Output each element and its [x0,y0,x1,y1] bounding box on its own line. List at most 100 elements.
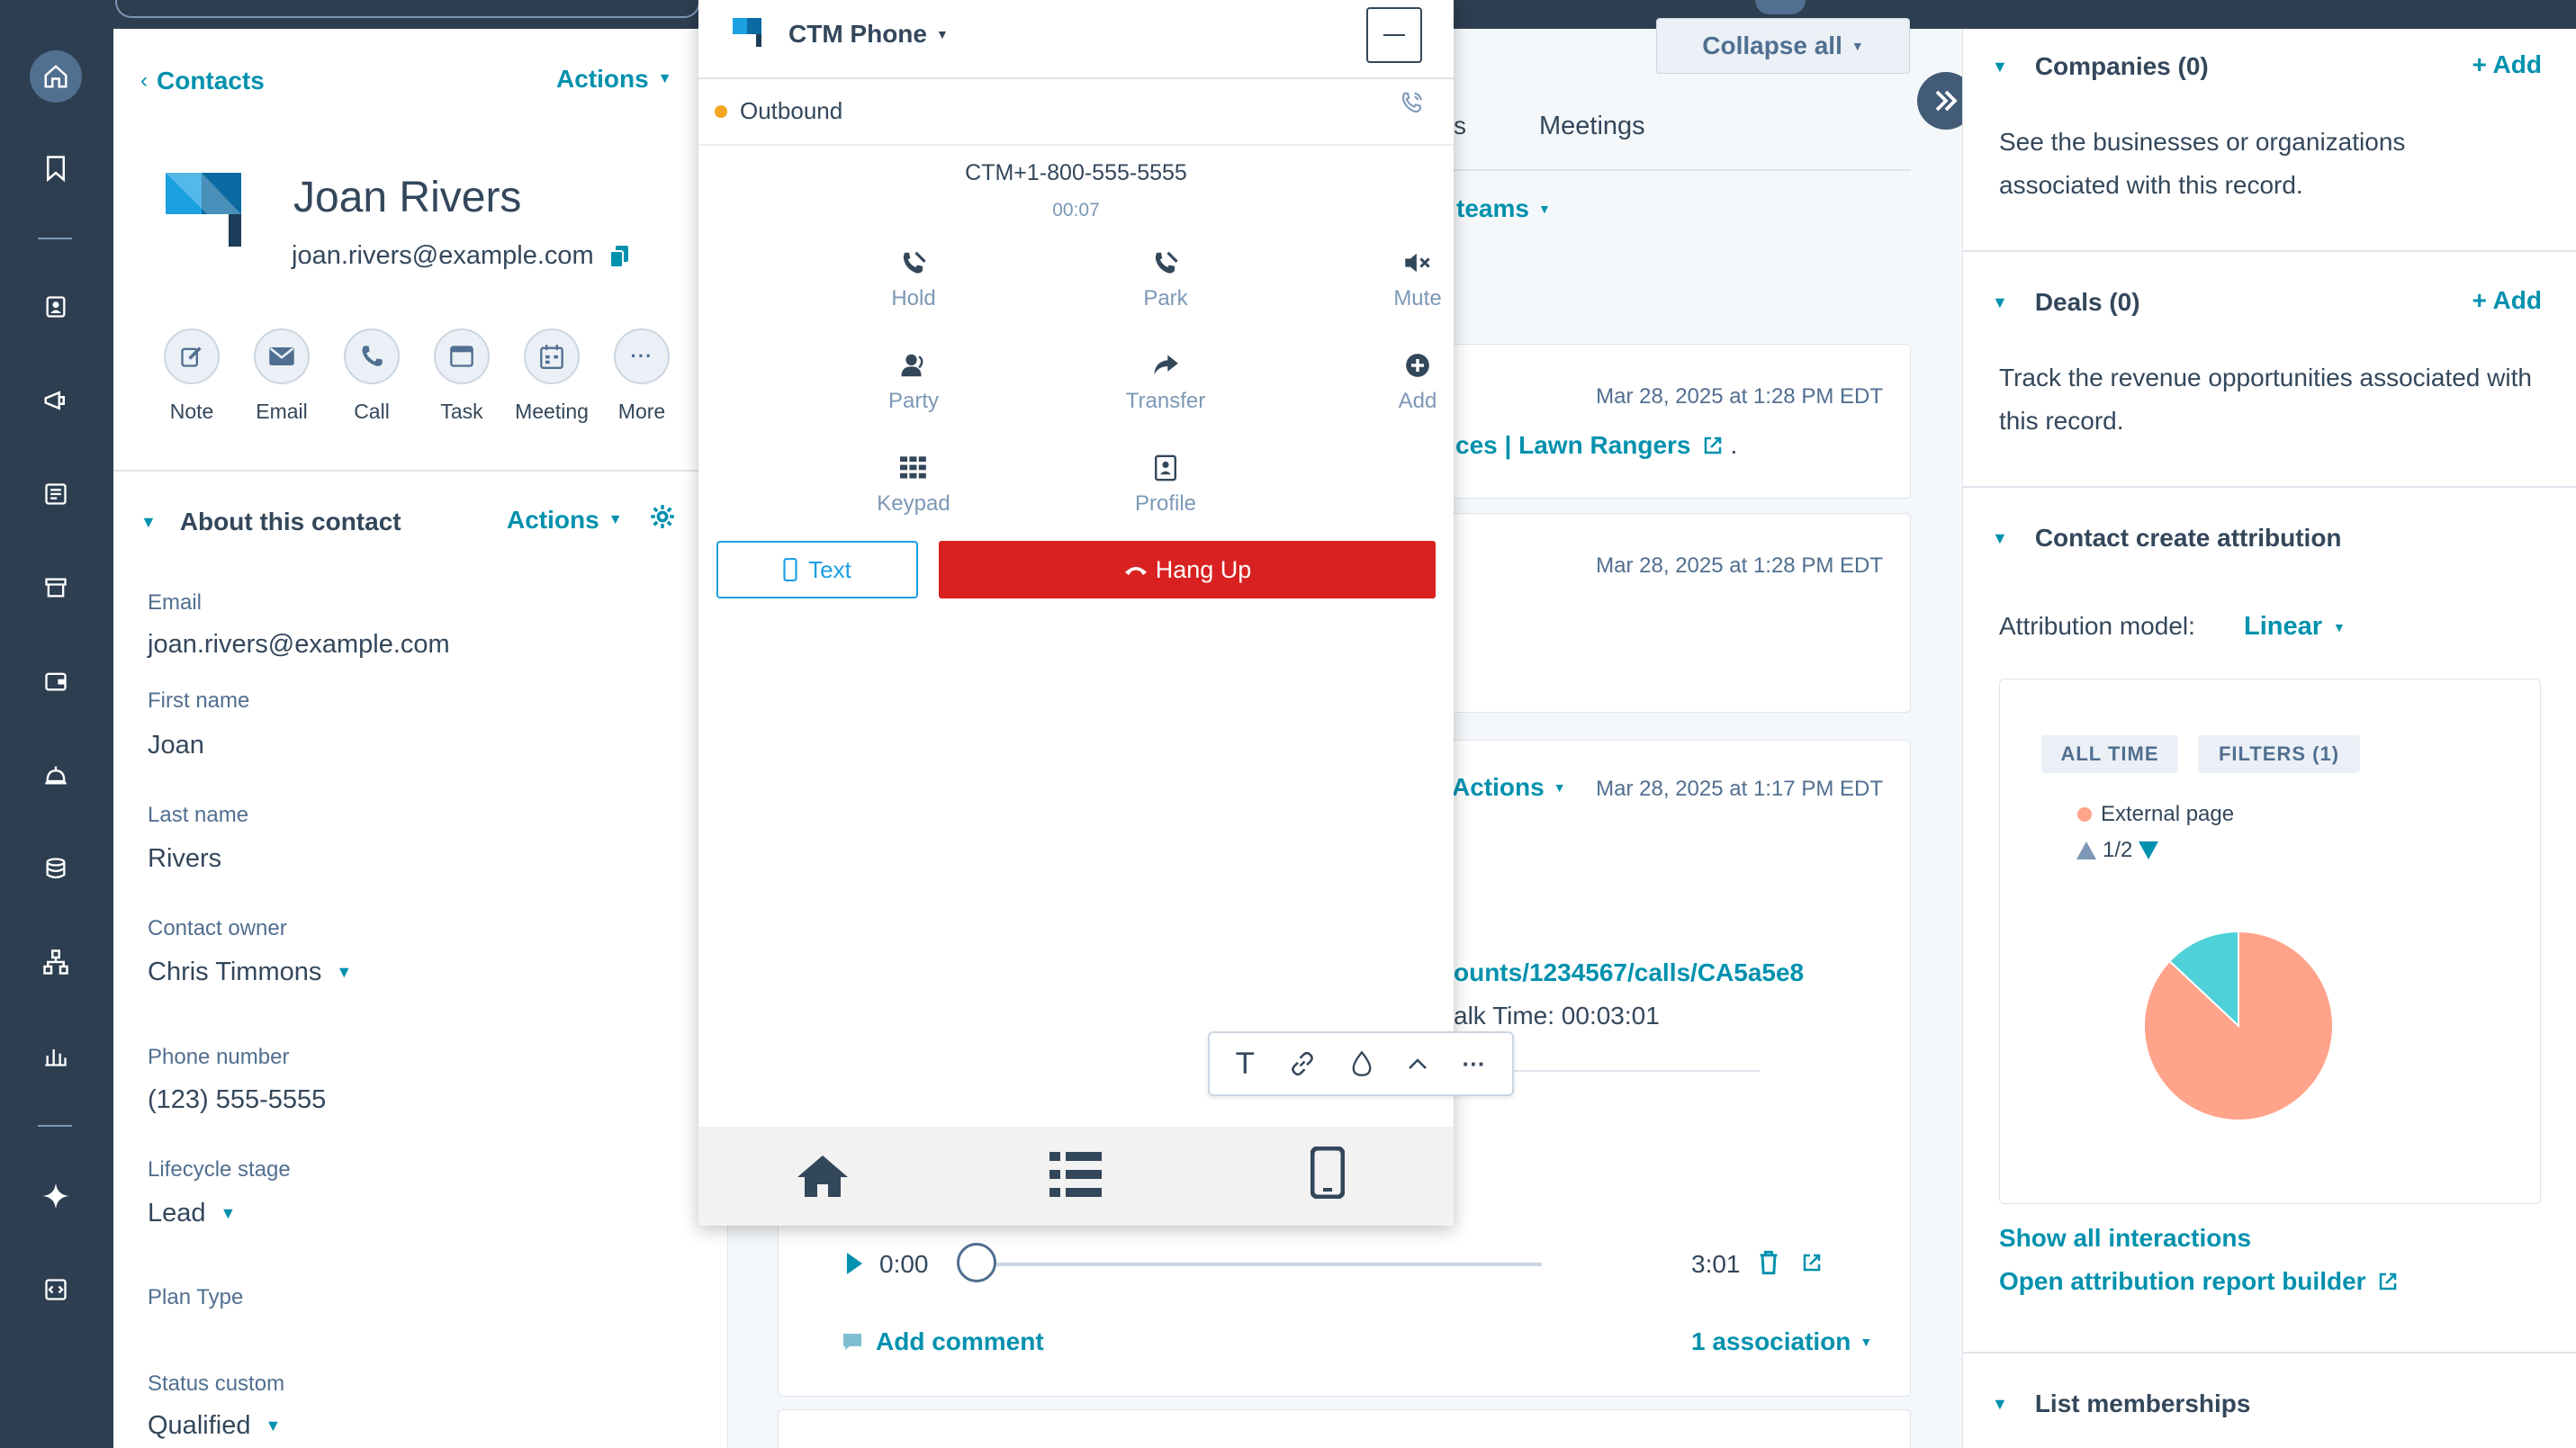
attribution-section-toggle[interactable]: ▼ Contact create attribution [1992,524,2342,553]
tab-meetings[interactable]: Meetings [1539,112,1645,141]
filters-pill[interactable]: FILTERS (1) [2198,735,2360,773]
call-recording-url[interactable]: ounts/1234567/calls/CA5a5e8 [1454,958,1804,987]
more-button[interactable]: ··· [614,328,670,384]
field-label-contact-owner: Contact owner [148,916,287,940]
attribution-model-select[interactable]: Linear ▼ [2244,612,2346,642]
caret-down-icon: ▼ [1537,202,1551,216]
field-value-email[interactable]: joan.rivers@example.com [148,630,450,660]
note-button[interactable] [164,328,220,384]
more-options-icon[interactable]: ··· [1463,1050,1486,1078]
audio-scrubber-handle[interactable] [957,1243,996,1282]
keypad-button[interactable]: Keypad [824,450,1004,517]
automation-icon[interactable] [30,936,82,988]
teams-filter[interactable]: teams ▼ [1456,194,1551,223]
add-comment-button[interactable]: Add comment [842,1327,1044,1356]
timeline-card-next [778,1409,1911,1448]
data-icon[interactable] [30,842,82,895]
email-icon [269,347,294,365]
caret-down-icon: ▼ [1553,780,1566,795]
global-search-input[interactable] [115,0,700,18]
add-call-button[interactable]: Add [1328,347,1508,414]
tab-partial[interactable]: s [1454,112,1466,140]
deals-add-button[interactable]: + Add [2472,286,2542,315]
wallet-icon[interactable] [30,655,82,707]
contacts-icon[interactable] [30,281,82,333]
transfer-button[interactable]: Transfer [1076,347,1256,414]
commerce-icon[interactable] [30,562,82,614]
service-icon[interactable] [30,749,82,801]
back-to-contacts-link[interactable]: ‹ Contacts [140,67,265,95]
association-dropdown[interactable]: 1 association ▼ [1691,1327,1872,1356]
task-button[interactable] [434,328,490,384]
play-icon[interactable] [845,1252,863,1275]
card1-link[interactable]: ces | Lawn Rangers . [1455,431,1737,460]
home-icon[interactable] [30,50,82,103]
call-button[interactable] [344,328,400,384]
external-link-icon [1704,436,1721,454]
text-style-icon[interactable]: T [1236,1047,1254,1081]
party-button[interactable]: Party [824,347,1004,414]
deals-section-toggle[interactable]: ▼ Deals (0) [1992,288,2140,317]
ctm-logo-icon [733,16,763,47]
text-format-toolbar: T ··· [1208,1031,1514,1096]
card3-actions-dropdown[interactable]: Actions ▼ [1452,773,1566,802]
chevron-up-icon[interactable] [1408,1057,1428,1070]
dialer-mobile-icon[interactable] [1311,1147,1345,1199]
contact-name[interactable]: Joan Rivers [293,173,521,222]
dialer-footer-nav [698,1127,1454,1226]
caret-down-icon: ▼ [220,1204,237,1222]
meeting-button[interactable] [524,328,580,384]
right-sidebar: ▼ Companies (0) + Add See the businesses… [1962,29,2576,1448]
text-button[interactable]: Text [716,541,918,598]
status-custom-select[interactable]: Qualified ▼ [148,1411,281,1441]
dialer-home-icon[interactable] [796,1152,850,1199]
content-icon[interactable] [30,468,82,520]
profile-avatar[interactable] [1755,0,1806,14]
phone-ringing-icon [1399,90,1426,117]
external-link-icon[interactable] [1801,1252,1823,1273]
audio-progress-track[interactable] [975,1263,1542,1266]
park-button[interactable]: Park [1076,245,1256,311]
developer-icon[interactable] [30,1264,82,1316]
list-memberships-toggle[interactable]: ▼ List memberships [1992,1390,2250,1418]
contact-owner-select[interactable]: Chris Timmons ▼ [148,958,352,987]
collapse-all-button[interactable]: Collapse all ▼ [1656,18,1910,74]
hang-up-button[interactable]: Hang Up [939,541,1436,598]
chevron-down-icon: ▼ [1992,292,2008,311]
companies-section-toggle[interactable]: ▼ Companies (0) [1992,52,2209,81]
header-actions-dropdown[interactable]: Actions ▼ [556,65,672,94]
all-time-filter-pill[interactable]: ALL TIME [2041,735,2178,773]
caret-down-icon: ▼ [657,71,672,86]
dialed-number: CTM+1-800-555-5555 [965,160,1187,185]
copy-icon[interactable] [609,245,628,267]
color-drop-icon[interactable] [1351,1050,1373,1077]
reporting-icon[interactable] [30,1030,82,1082]
ai-sparkle-icon[interactable] [30,1170,82,1222]
minimize-icon [1383,34,1405,36]
marketing-icon[interactable] [30,374,82,427]
companies-add-button[interactable]: + Add [2472,50,2542,79]
dialer-title-dropdown[interactable]: CTM Phone ▼ [788,20,949,49]
field-label-last-name: Last name [148,803,249,827]
show-all-interactions-link[interactable]: Show all interactions [1999,1224,2251,1253]
field-value-phone[interactable]: (123) 555-5555 [148,1085,326,1115]
attribution-model-label: Attribution model: [1999,612,2195,640]
settings-gear-icon[interactable] [650,504,675,529]
note-icon [181,346,202,367]
email-button[interactable] [254,328,310,384]
hold-button[interactable]: Hold [824,245,1004,311]
dialer-list-icon[interactable] [1049,1150,1102,1201]
lifecycle-stage-select[interactable]: Lead ▼ [148,1199,236,1228]
about-actions-dropdown[interactable]: Actions ▼ [507,506,623,535]
about-section-toggle[interactable]: ▼ About this contact [140,508,401,536]
bookmark-icon[interactable] [30,142,82,194]
minimize-button[interactable] [1366,7,1422,63]
trash-icon[interactable] [1758,1250,1779,1275]
link-icon[interactable] [1289,1050,1316,1077]
field-value-first-name[interactable]: Joan [148,731,204,760]
mute-button[interactable]: Mute [1328,245,1508,311]
field-value-last-name[interactable]: Rivers [148,844,221,874]
open-report-builder-link[interactable]: Open attribution report builder [1999,1267,2399,1296]
profile-button[interactable]: Profile [1076,450,1256,517]
conference-icon [901,354,923,377]
